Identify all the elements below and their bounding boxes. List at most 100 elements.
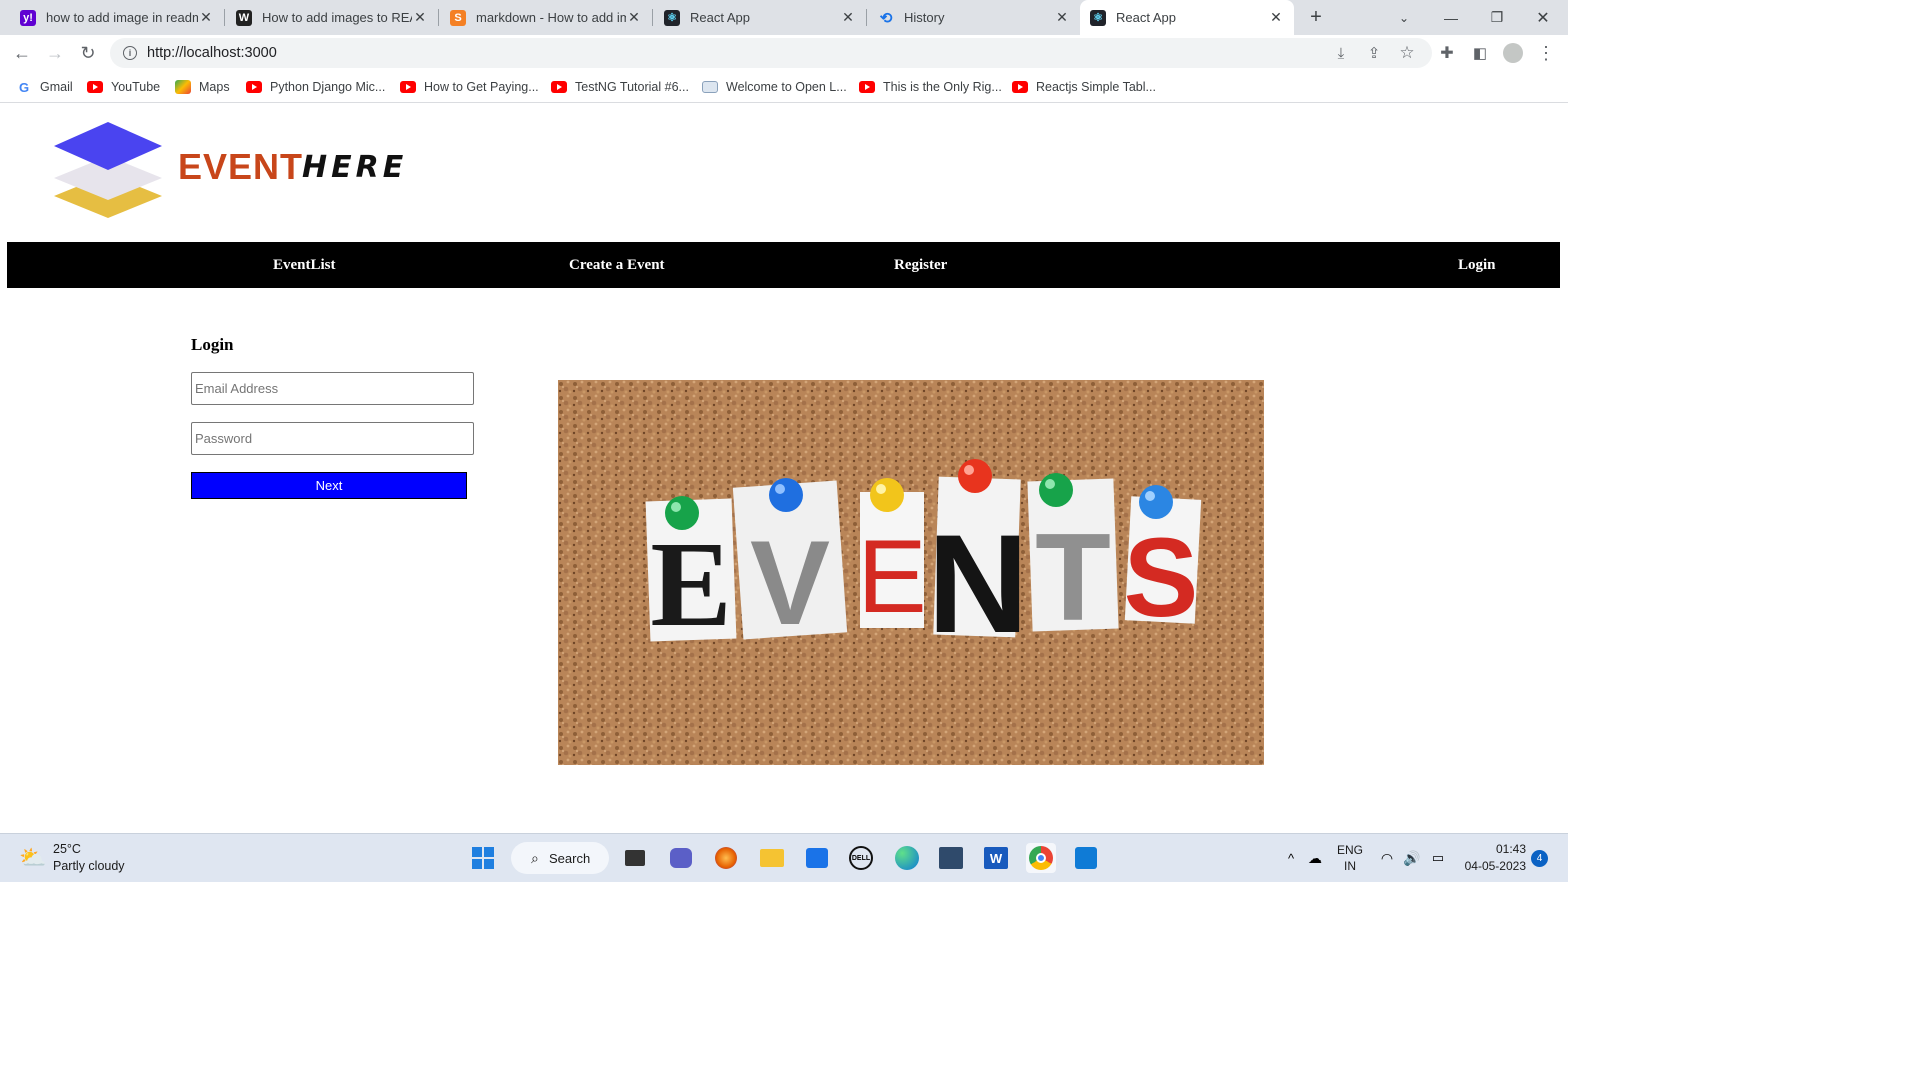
window-close-icon[interactable]: ✕ xyxy=(1520,0,1566,35)
youtube-icon xyxy=(246,81,262,93)
google-icon: G xyxy=(18,79,30,95)
react-icon: ⚛ xyxy=(664,9,680,26)
bookmark-label: This is the Only Rig... xyxy=(883,80,1002,94)
clock-time[interactable]: 01:43 xyxy=(1456,842,1526,856)
word-icon[interactable]: W xyxy=(981,843,1011,873)
bookmark-label: Maps xyxy=(199,80,230,94)
password-field[interactable] xyxy=(191,422,474,455)
site-logo[interactable]: EVENT HERE xyxy=(52,122,422,218)
bookmark-item[interactable]: Welcome to Open L... xyxy=(702,78,847,96)
bookmark-item[interactable]: Maps xyxy=(175,78,230,96)
nav-eventlist[interactable]: EventList xyxy=(273,242,336,288)
notification-badge[interactable]: 4 xyxy=(1531,850,1548,867)
nav-register[interactable]: Register xyxy=(894,242,947,288)
windows-taskbar: ⛅ 25°C Partly cloudy ⌕ Search DELL W ^ ☁… xyxy=(0,833,1568,882)
bookmark-item[interactable]: This is the Only Rig... xyxy=(859,78,1002,96)
youtube-icon xyxy=(400,81,416,93)
clock-date[interactable]: 04-05-2023 xyxy=(1456,859,1526,873)
new-tab-icon[interactable]: + xyxy=(1293,0,1339,35)
site-info-icon[interactable]: i xyxy=(123,46,137,60)
file-explorer-icon[interactable] xyxy=(757,843,787,873)
share-icon[interactable]: ⇪ xyxy=(1360,39,1388,67)
minimize-icon[interactable]: — xyxy=(1428,0,1474,35)
browser-tab[interactable]: W How to add images to REA ✕ xyxy=(226,0,438,35)
teams-chat-icon[interactable] xyxy=(666,843,696,873)
close-icon[interactable]: ✕ xyxy=(198,9,214,26)
app-icon[interactable] xyxy=(936,843,966,873)
bookmark-star-icon[interactable]: ☆ xyxy=(1393,39,1421,67)
taskbar-search[interactable]: ⌕ Search xyxy=(511,842,609,874)
tab-separator xyxy=(866,9,867,26)
tab-search-icon[interactable]: ⌄ xyxy=(1381,0,1427,35)
close-icon[interactable]: ✕ xyxy=(626,9,642,26)
tab-title: How to add images to REA xyxy=(262,10,412,25)
chrome-icon[interactable] xyxy=(1026,843,1056,873)
tab-strip: y! how to add image in readm ✕ W How to … xyxy=(0,0,1568,35)
browser-tab[interactable]: ⟲ History ✕ xyxy=(868,0,1080,35)
bookmark-item[interactable]: TestNG Tutorial #6... xyxy=(551,78,689,96)
browser-tab[interactable]: y! how to add image in readm ✕ xyxy=(10,0,224,35)
next-button[interactable]: Next xyxy=(191,472,467,499)
url-text[interactable]: http://localhost:3000 xyxy=(147,45,277,61)
side-panel-icon[interactable]: ◧ xyxy=(1466,39,1494,67)
yahoo-icon: y! xyxy=(20,9,36,26)
close-icon[interactable]: ✕ xyxy=(1054,9,1070,26)
w-icon: W xyxy=(236,9,252,26)
forward-icon[interactable]: → xyxy=(41,39,69,67)
tab-separator xyxy=(438,9,439,26)
store-icon[interactable] xyxy=(802,843,832,873)
bookmark-label: Welcome to Open L... xyxy=(726,80,847,94)
bookmark-label: TestNG Tutorial #6... xyxy=(575,80,689,94)
language-region[interactable]: IN xyxy=(1334,859,1366,873)
events-banner-image: E V E N T S xyxy=(558,380,1264,765)
logo-text-event: EVENT xyxy=(178,146,304,187)
svg-text:E: E xyxy=(857,519,926,635)
menu-icon[interactable]: ⋮ xyxy=(1532,39,1560,67)
language-indicator[interactable]: ENG xyxy=(1334,843,1366,857)
extensions-icon[interactable]: ✚ xyxy=(1433,39,1461,67)
letter-card-s: S xyxy=(1124,496,1202,640)
task-view-icon[interactable] xyxy=(620,843,650,873)
bookmark-item[interactable]: YouTube xyxy=(87,78,160,96)
browser-tab[interactable]: S markdown - How to add im ✕ xyxy=(440,0,652,35)
close-icon[interactable]: ✕ xyxy=(1268,9,1284,26)
close-icon[interactable]: ✕ xyxy=(412,9,428,26)
profile-icon[interactable] xyxy=(1499,39,1527,67)
search-label: Search xyxy=(549,850,591,866)
dell-icon[interactable]: DELL xyxy=(846,843,876,873)
bookmark-item[interactable]: Python Django Mic... xyxy=(246,78,385,96)
history-icon: ⟲ xyxy=(879,9,893,27)
reload-icon[interactable]: ↻ xyxy=(74,39,102,67)
back-icon[interactable]: ← xyxy=(8,39,36,67)
install-icon[interactable]: ⤓ xyxy=(1327,39,1355,67)
bookmark-label: Gmail xyxy=(40,80,73,94)
onedrive-icon[interactable]: ☁ xyxy=(1300,843,1330,873)
browser-toolbar: ← → ↻ i http://localhost:3000 ⤓ ⇪ ☆ ✚ ◧ … xyxy=(0,35,1568,71)
bookmark-label: Reactjs Simple Tabl... xyxy=(1036,80,1156,94)
browser-tab[interactable]: ⚛ React App ✕ xyxy=(654,0,866,35)
bookmark-item[interactable]: How to Get Paying... xyxy=(400,78,539,96)
battery-icon[interactable]: ▭ xyxy=(1423,843,1453,873)
weather-description[interactable]: Partly cloudy xyxy=(53,859,125,873)
browser-tab-active[interactable]: ⚛ React App ✕ xyxy=(1080,0,1294,35)
bookmark-item[interactable]: Reactjs Simple Tabl... xyxy=(1012,78,1156,96)
tab-title: React App xyxy=(1116,10,1176,25)
edge-icon[interactable] xyxy=(892,843,922,873)
weather-temp[interactable]: 25°C xyxy=(53,842,81,856)
react-icon: ⚛ xyxy=(1090,9,1106,26)
close-icon[interactable]: ✕ xyxy=(840,9,856,26)
bookmark-label: YouTube xyxy=(111,80,161,94)
letter-card-e2: E xyxy=(857,492,927,635)
nav-create-event[interactable]: Create a Event xyxy=(569,242,665,288)
vscode-icon[interactable] xyxy=(1071,843,1101,873)
windows-start-icon[interactable] xyxy=(468,843,498,873)
bookmark-item[interactable]: G Gmail xyxy=(16,78,73,96)
weather-icon[interactable]: ⛅ xyxy=(18,843,48,873)
firefox-icon[interactable] xyxy=(711,843,741,873)
restore-icon[interactable]: ❐ xyxy=(1474,0,1520,35)
maps-icon xyxy=(175,80,191,94)
address-bar[interactable]: i http://localhost:3000 xyxy=(110,38,1432,68)
email-field[interactable] xyxy=(191,372,474,405)
tab-title: History xyxy=(904,10,945,25)
nav-login[interactable]: Login xyxy=(1458,242,1496,288)
